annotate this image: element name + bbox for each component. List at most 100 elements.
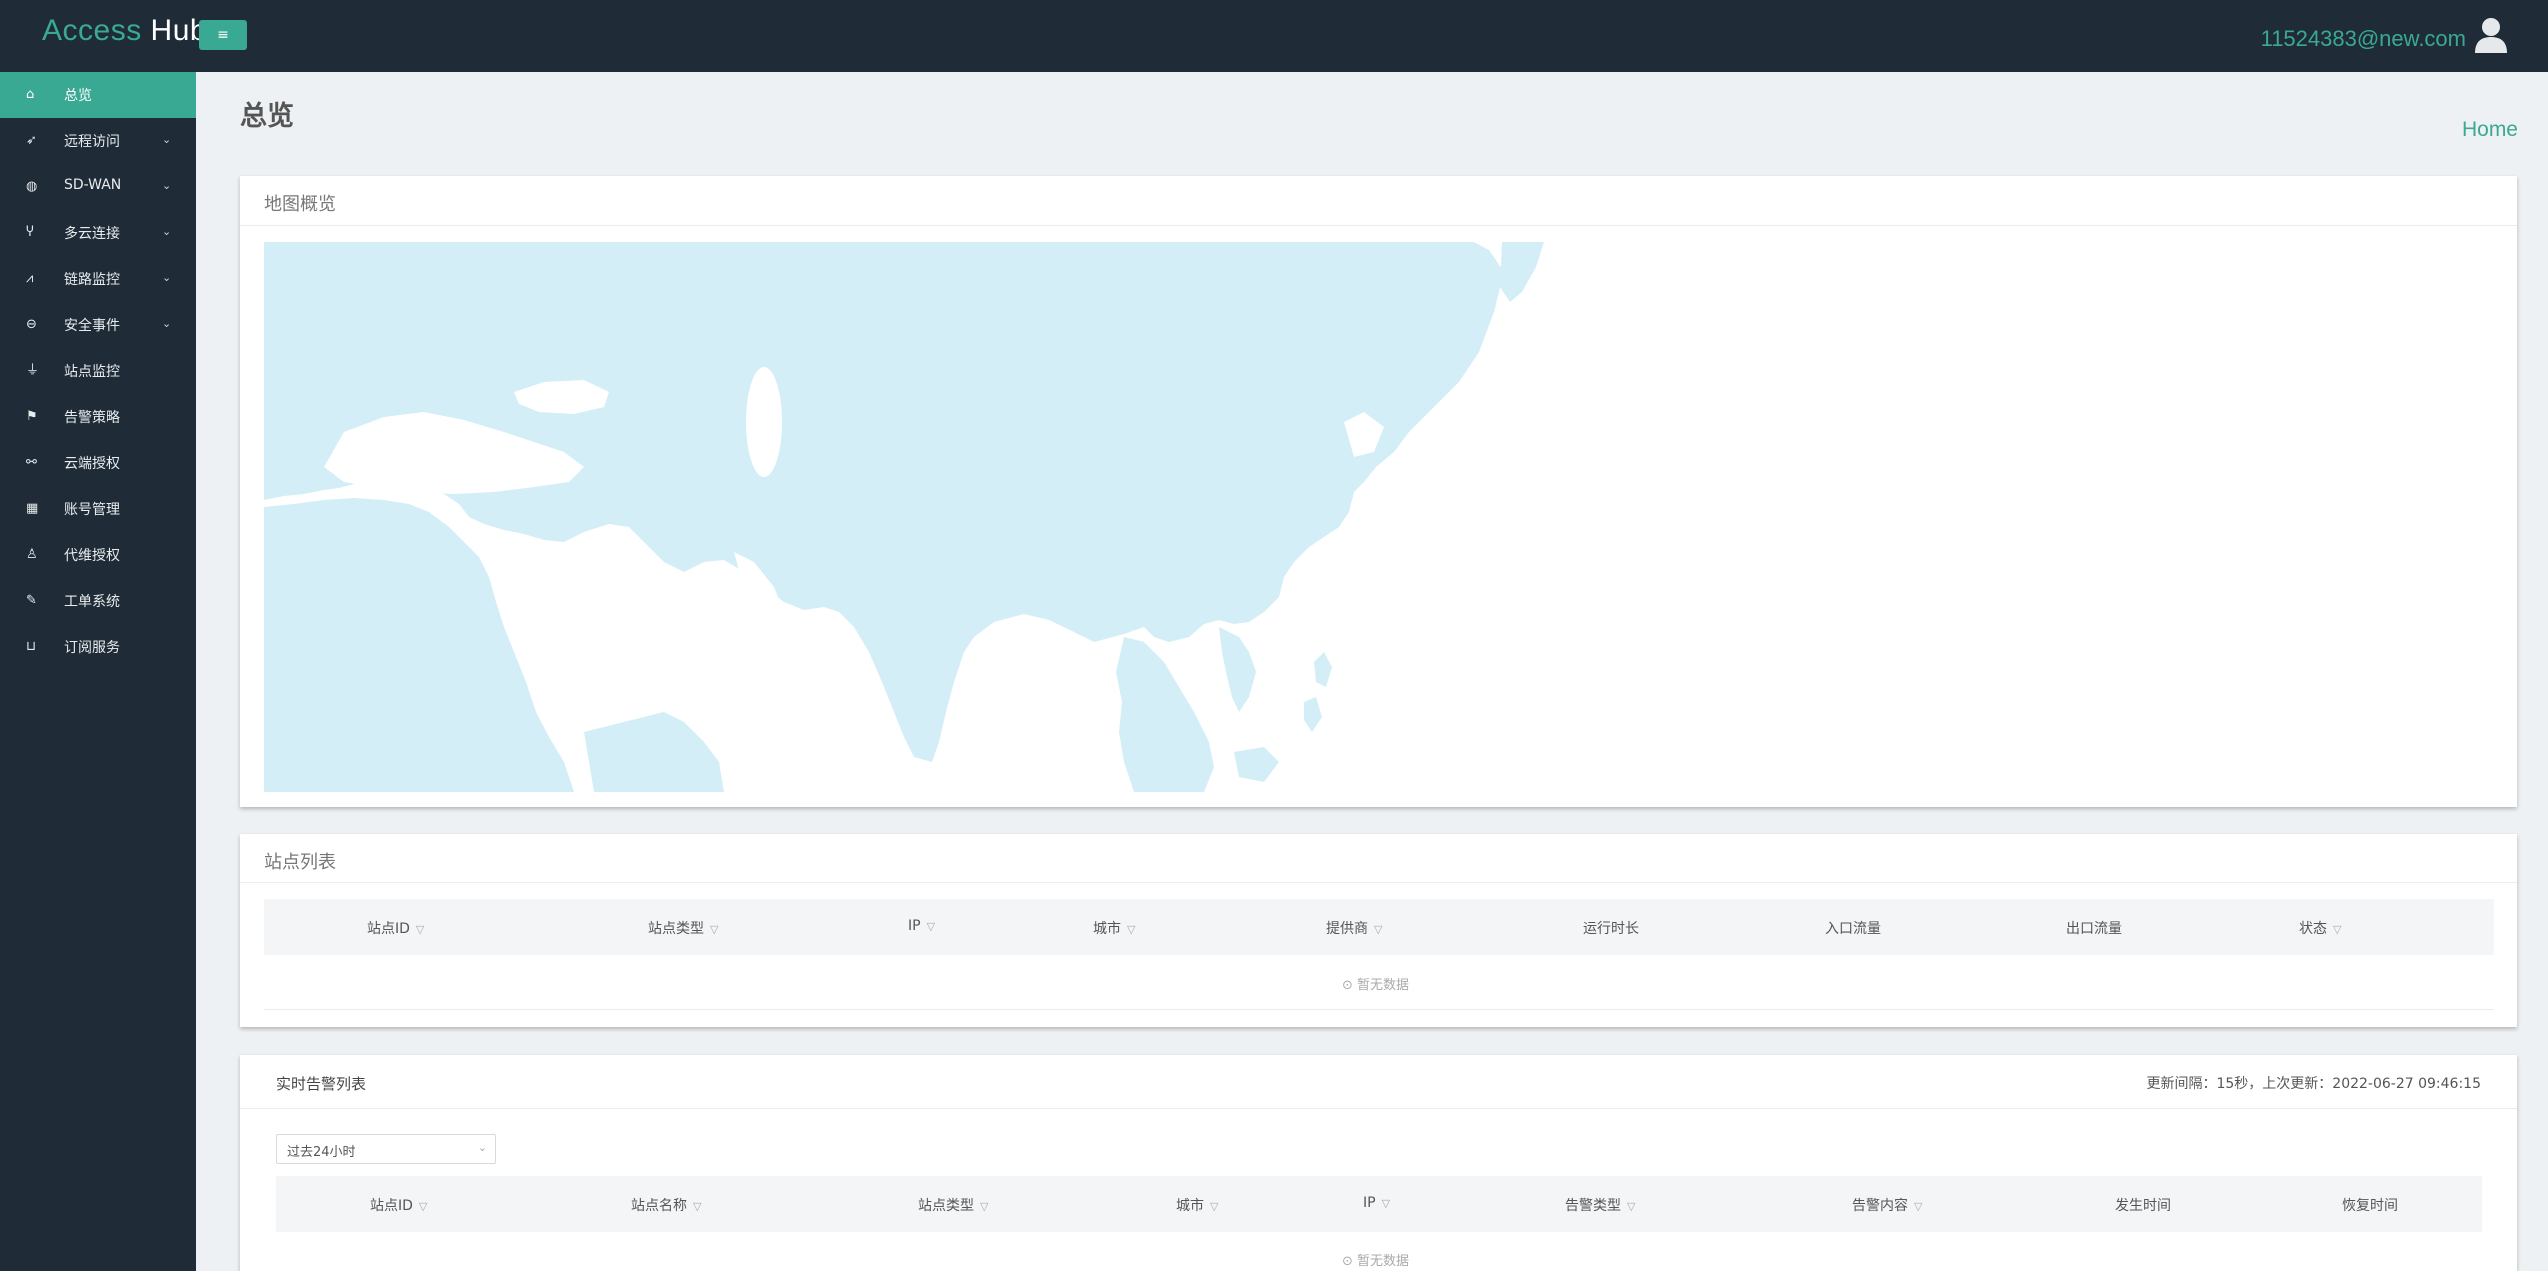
site-empty-text: 暂无数据	[1357, 978, 1410, 993]
sidebar-item-label: 总览	[64, 88, 92, 104]
card-divider	[240, 1108, 2517, 1109]
column-label: 站点名称	[631, 1198, 687, 1214]
app-logo[interactable]: Access Hub	[42, 14, 207, 48]
chevron-down-icon: ⌄	[162, 271, 172, 284]
user-email[interactable]: 11524383@new.com	[2261, 26, 2466, 52]
table-column-header[interactable]: 站点类型 ▽	[918, 1195, 988, 1215]
column-label: 发生时间	[2115, 1198, 2171, 1214]
column-label: 出口流量	[2066, 921, 2122, 937]
link-icon: ⚯	[26, 455, 37, 470]
table-column-header[interactable]: 告警内容 ▽	[1852, 1195, 1922, 1215]
table-column-header[interactable]: IP ▽	[908, 918, 935, 934]
sidebar-item-label: 订阅服务	[64, 640, 120, 656]
table-column-header[interactable]: 站点ID ▽	[367, 918, 424, 938]
table-column-header: 出口流量	[2066, 918, 2122, 938]
sidebar-item[interactable]: ♙ 代维授权	[0, 532, 196, 578]
filter-icon[interactable]: ▽	[419, 1200, 427, 1213]
table-column-header[interactable]: 站点ID ▽	[370, 1195, 427, 1215]
user-avatar-icon[interactable]	[2474, 17, 2508, 53]
sidebar-item-label: 远程访问	[64, 134, 120, 150]
column-label: IP	[908, 918, 921, 934]
table-column-header[interactable]: 站点名称 ▽	[631, 1195, 701, 1215]
world-map-svg	[264, 242, 1544, 792]
page-title: 总览	[240, 101, 294, 132]
filter-icon[interactable]: ▽	[927, 920, 935, 933]
filter-icon[interactable]: ▽	[1210, 1200, 1218, 1213]
filter-icon[interactable]: ▽	[1627, 1200, 1635, 1213]
chevron-down-icon: ⌄	[162, 317, 172, 330]
sidebar-item[interactable]: ⚑ 告警策略	[0, 394, 196, 440]
filter-icon[interactable]: ▽	[1127, 923, 1135, 936]
globe-icon: ◍	[26, 179, 38, 194]
sidebar: ⌂ 总览 ➶ 远程访问 ⌄ ◍ SD-WAN ⌄ Ⴤ 多云连接 ⌄ ⩘ 链路监控 ⌄ ⊖ 安全事件 ⌄ ⏚ 站点监控…	[0, 72, 196, 1271]
chevron-down-icon: ⌄	[162, 179, 172, 192]
sidebar-toggle-button[interactable]: ≡	[199, 20, 247, 50]
table-column-header[interactable]: 提供商 ▽	[1326, 918, 1382, 938]
alert-empty-text: 暂无数据	[1357, 1254, 1410, 1269]
world-map[interactable]	[264, 242, 2496, 792]
alert-card-title: 实时告警列表	[276, 1075, 367, 1093]
cart-icon: ⊔	[26, 639, 37, 654]
table-column-header[interactable]: 状态 ▽	[2299, 918, 2341, 938]
sidebar-item-label: 账号管理	[64, 502, 120, 518]
table-column-header: 恢复时间	[2342, 1195, 2398, 1215]
building-icon: ▦	[26, 501, 39, 516]
sidebar-item[interactable]: ⊔ 订阅服务	[0, 624, 196, 670]
column-label: 站点ID	[367, 921, 410, 937]
sidebar-item-label: 链路监控	[64, 272, 120, 288]
sidebar-item-label: SD-WAN	[64, 177, 122, 193]
table-column-header: 运行时长	[1583, 918, 1639, 938]
chevron-down-icon: ⌄	[162, 133, 172, 146]
filter-icon[interactable]: ▽	[1382, 1197, 1390, 1210]
empty-icon: ⊙	[1342, 978, 1358, 993]
filter-icon[interactable]: ▽	[2333, 923, 2341, 936]
sidebar-item[interactable]: ◍ SD-WAN ⌄	[0, 164, 196, 210]
flag-icon: ⚑	[26, 409, 38, 424]
filter-icon[interactable]: ▽	[1374, 923, 1382, 936]
sidebar-item[interactable]: ⚯ 云端授权	[0, 440, 196, 486]
sidebar-item[interactable]: ⩘ 链路监控 ⌄	[0, 256, 196, 302]
table-column-header[interactable]: 城市 ▽	[1093, 918, 1135, 938]
column-label: 入口流量	[1825, 921, 1881, 937]
filter-icon[interactable]: ▽	[980, 1200, 988, 1213]
column-label: 站点类型	[918, 1198, 974, 1214]
column-label: IP	[1363, 1195, 1376, 1211]
rocket-icon: ➶	[26, 133, 37, 148]
sidebar-item-label: 多云连接	[64, 226, 120, 242]
sidebar-item[interactable]: ➶ 远程访问 ⌄	[0, 118, 196, 164]
wrench-icon: ✎	[26, 593, 37, 608]
site-list-card: 站点列表 站点ID ▽ 站点类型 ▽ IP ▽ 城市 ▽ 提供商 ▽ 运行时长 入口流量 出口流量 状态 ▽…	[240, 834, 2517, 1027]
filter-icon[interactable]: ▽	[416, 923, 424, 936]
alert-table-header: 站点ID ▽ 站点名称 ▽ 站点类型 ▽ 城市 ▽ IP ▽ 告警类型 ▽ 告警内容 ▽ 发生时间 恢复时间	[276, 1176, 2482, 1232]
table-column-header[interactable]: IP ▽	[1363, 1195, 1390, 1211]
top-header: Access Hub ≡ 11524383@new.com	[0, 0, 2548, 72]
column-label: 恢复时间	[2342, 1198, 2398, 1214]
sidebar-item[interactable]: ⌂ 总览	[0, 72, 196, 118]
table-column-header[interactable]: 告警类型 ▽	[1565, 1195, 1635, 1215]
filter-icon[interactable]: ▽	[710, 923, 718, 936]
line-chart-icon: ⩘	[26, 271, 34, 286]
chevron-down-icon: ⌄	[162, 225, 172, 238]
table-bottom-line	[264, 1009, 2494, 1010]
empty-icon: ⊙	[1342, 1254, 1358, 1269]
column-label: 站点类型	[648, 921, 704, 937]
sidebar-item[interactable]: ⊖ 安全事件 ⌄	[0, 302, 196, 348]
realtime-alert-card: 实时告警列表 更新间隔：15秒，上次更新：2022-06-27 09:46:15…	[240, 1055, 2517, 1271]
breadcrumb-home[interactable]: Home	[2462, 118, 2518, 142]
alert-empty-state: ⊙ 暂无数据	[1342, 1250, 1409, 1269]
filter-icon[interactable]: ▽	[693, 1200, 701, 1213]
sidebar-item[interactable]: Ⴤ 多云连接 ⌄	[0, 210, 196, 256]
filter-icon[interactable]: ▽	[1914, 1200, 1922, 1213]
sidebar-item-label: 站点监控	[64, 364, 120, 380]
sidebar-item[interactable]: ⏚ 站点监控	[0, 348, 196, 394]
table-column-header[interactable]: 站点类型 ▽	[648, 918, 718, 938]
home-icon: ⌂	[26, 87, 35, 102]
sidebar-item[interactable]: ✎ 工单系统	[0, 578, 196, 624]
table-column-header[interactable]: 城市 ▽	[1176, 1195, 1218, 1215]
sidebar-item[interactable]: ▦ 账号管理	[0, 486, 196, 532]
column-label: 提供商	[1326, 921, 1368, 937]
funnel-icon: ⏚	[26, 363, 40, 378]
alert-update-meta: 更新间隔：15秒，上次更新：2022-06-27 09:46:15	[2146, 1076, 2481, 1092]
time-range-select[interactable]: 过去24小时 ⌄	[276, 1134, 496, 1164]
column-label: 告警类型	[1565, 1198, 1621, 1214]
